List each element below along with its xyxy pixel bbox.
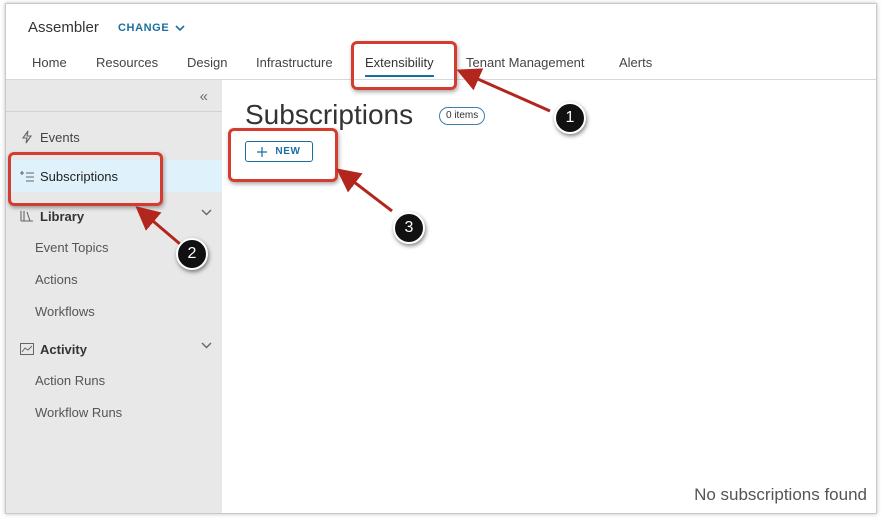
step-marker-3: 3 bbox=[393, 212, 425, 244]
lightning-icon bbox=[20, 130, 34, 144]
app-title: Assembler bbox=[28, 19, 99, 36]
plus-icon bbox=[257, 146, 268, 157]
tab-alerts[interactable]: Alerts bbox=[619, 55, 652, 70]
sidebar-item-action-runs[interactable]: Action Runs bbox=[6, 364, 222, 396]
chevron-down-icon bbox=[201, 342, 212, 349]
main-nav-tabs: Home Resources Design Infrastructure Ext… bbox=[6, 53, 876, 80]
tab-home[interactable]: Home bbox=[32, 55, 67, 70]
tab-infrastructure[interactable]: Infrastructure bbox=[256, 55, 333, 70]
chevron-down-icon bbox=[175, 24, 185, 31]
sidebar-item-label: Subscriptions bbox=[40, 168, 119, 184]
new-button-label: NEW bbox=[275, 146, 301, 157]
chevron-down-icon bbox=[201, 209, 212, 216]
tab-tenant-management[interactable]: Tenant Management bbox=[466, 55, 585, 70]
change-button[interactable]: CHANGE bbox=[118, 22, 185, 34]
library-icon bbox=[20, 209, 34, 223]
activity-chart-icon bbox=[20, 342, 34, 356]
sidebar-group-library[interactable]: Library bbox=[6, 200, 222, 232]
sidebar-item-workflow-runs[interactable]: Workflow Runs bbox=[6, 396, 222, 428]
sidebar-item-events[interactable]: Events bbox=[6, 121, 222, 153]
step-marker-1: 1 bbox=[554, 102, 586, 134]
app-window: Assembler CHANGE Home Resources Design I… bbox=[5, 3, 877, 514]
change-label: CHANGE bbox=[118, 22, 170, 34]
sidebar-group-label: Activity bbox=[40, 341, 87, 357]
empty-state-message: No subscriptions found bbox=[694, 485, 867, 504]
sidebar: « Events Subscriptions Library Event Top… bbox=[6, 80, 222, 513]
new-subscription-button[interactable]: NEW bbox=[245, 141, 313, 162]
tab-resources[interactable]: Resources bbox=[96, 55, 158, 70]
page-title: Subscriptions bbox=[245, 99, 414, 130]
sidebar-group-label: Library bbox=[40, 208, 85, 224]
step-marker-2: 2 bbox=[176, 238, 208, 270]
sidebar-divider bbox=[6, 111, 222, 112]
sidebar-item-subscriptions[interactable]: Subscriptions bbox=[6, 160, 222, 192]
item-count-badge: 0 items bbox=[439, 107, 486, 125]
sidebar-item-label: Events bbox=[40, 129, 80, 145]
tab-design[interactable]: Design bbox=[187, 55, 227, 70]
sidebar-item-workflows[interactable]: Workflows bbox=[6, 295, 222, 327]
collapse-sidebar-icon[interactable]: « bbox=[200, 88, 208, 105]
sidebar-group-activity[interactable]: Activity bbox=[6, 333, 222, 365]
tab-extensibility[interactable]: Extensibility bbox=[365, 55, 434, 77]
subscription-list-icon bbox=[20, 169, 34, 183]
